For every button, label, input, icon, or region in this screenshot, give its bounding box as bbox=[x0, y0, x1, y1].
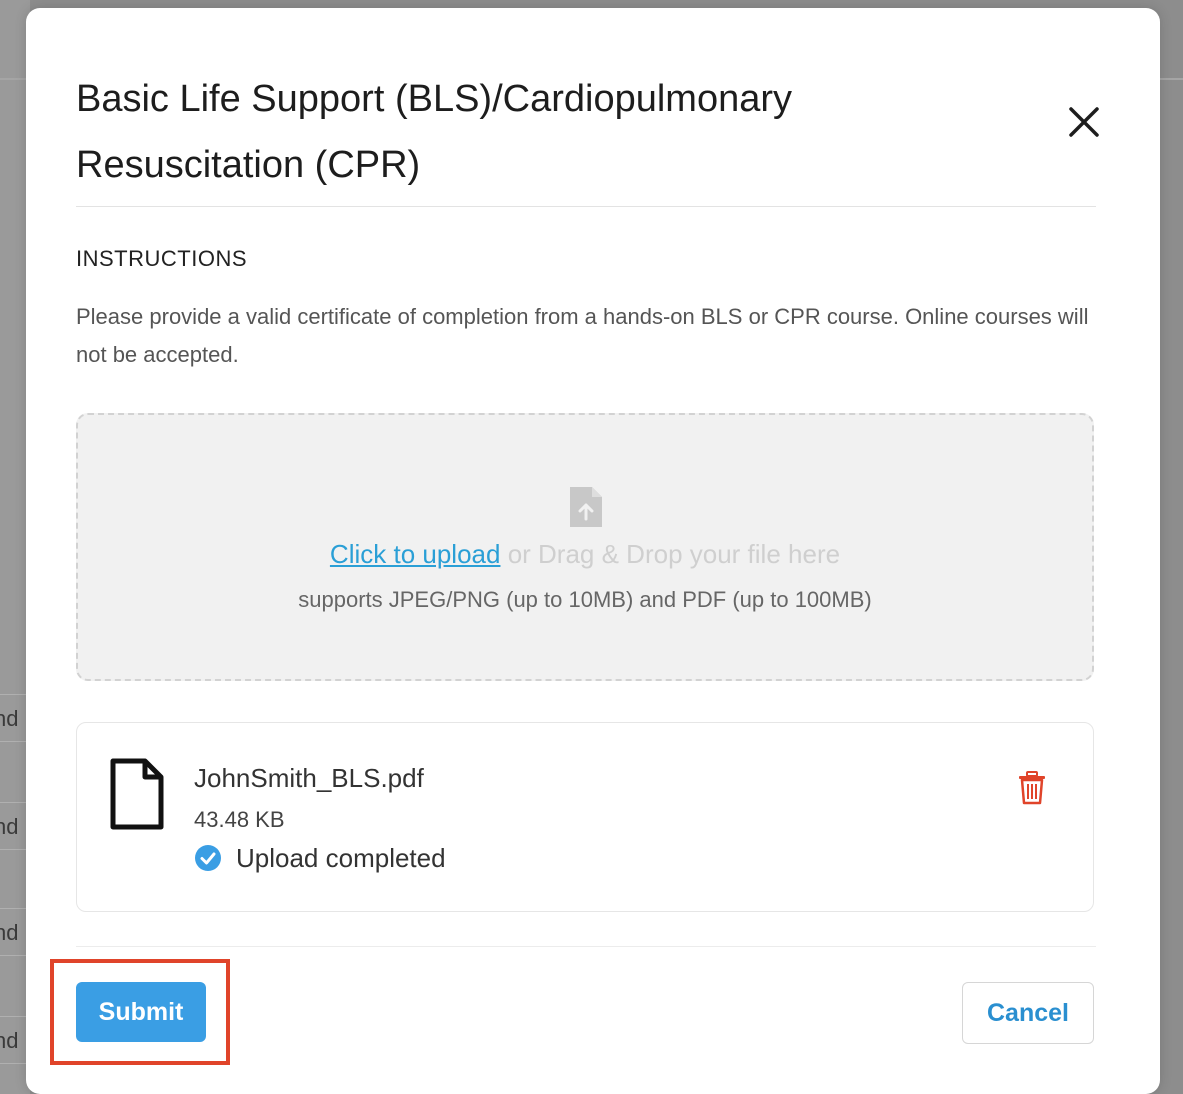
footer-divider bbox=[76, 946, 1096, 947]
header-divider bbox=[76, 206, 1096, 207]
dropzone-prompt: Click to upload or Drag & Drop your file… bbox=[78, 539, 1092, 570]
supported-formats-text: supports JPEG/PNG (up to 10MB) and PDF (… bbox=[298, 587, 872, 612]
file-dropzone[interactable]: Click to upload or Drag & Drop your file… bbox=[76, 413, 1094, 681]
trash-icon[interactable] bbox=[1017, 771, 1047, 805]
close-icon bbox=[1069, 107, 1099, 137]
file-size: 43.48 KB bbox=[194, 807, 285, 832]
instructions-heading: INSTRUCTIONS bbox=[76, 246, 247, 271]
upload-certificate-modal: Basic Life Support (BLS)/Cardiopulmonary… bbox=[26, 8, 1160, 1094]
drag-drop-text: or Drag & Drop your file here bbox=[500, 539, 841, 569]
file-name: JohnSmith_BLS.pdf bbox=[194, 763, 424, 793]
submit-button[interactable]: Submit bbox=[76, 982, 206, 1042]
click-to-upload-link[interactable]: Click to upload bbox=[330, 539, 501, 569]
uploaded-file-card: JohnSmith_BLS.pdf 43.48 KB Upload comple… bbox=[76, 722, 1094, 912]
instructions-text: Please provide a valid certificate of co… bbox=[76, 304, 1089, 367]
file-upload-icon bbox=[570, 487, 602, 527]
cancel-button[interactable]: Cancel bbox=[962, 982, 1094, 1044]
modal-title: Basic Life Support (BLS)/Cardiopulmonary… bbox=[76, 78, 793, 186]
close-button[interactable] bbox=[1066, 104, 1102, 140]
check-circle-icon bbox=[195, 845, 221, 871]
file-icon bbox=[110, 758, 164, 830]
upload-status: Upload completed bbox=[194, 843, 446, 873]
upload-status-text: Upload completed bbox=[236, 842, 446, 873]
